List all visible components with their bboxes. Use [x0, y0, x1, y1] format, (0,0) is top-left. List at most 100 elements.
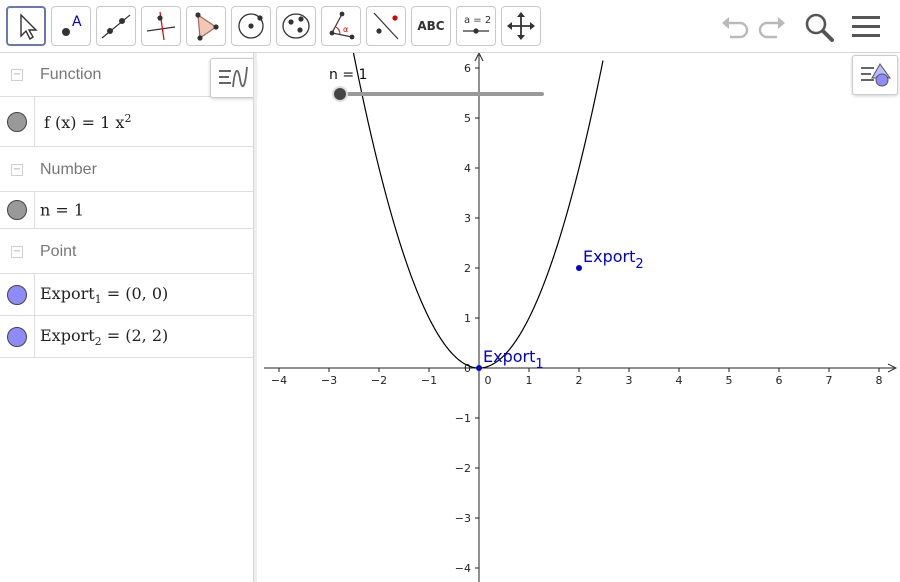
- point-label-base: Export: [583, 247, 635, 266]
- x-tick-label: 5: [726, 374, 733, 387]
- y-tick-label: 5: [464, 112, 471, 125]
- y-tick-label: 4: [464, 162, 471, 175]
- angle-icon: α: [329, 11, 355, 40]
- x-tick-label: 8: [876, 374, 883, 387]
- point-value: = (2, 2): [106, 325, 169, 345]
- angle-tool-button[interactable]: α: [321, 6, 361, 46]
- group-header-label: Point: [40, 242, 77, 260]
- y-tick-label: −1: [455, 412, 471, 425]
- ellipse-icon: [282, 13, 310, 39]
- view-splitter[interactable]: [253, 53, 257, 582]
- polygon-tool-button[interactable]: [186, 6, 226, 46]
- line-tool-button[interactable]: [96, 6, 136, 46]
- group-header-label: Function: [40, 65, 102, 83]
- y-tick-label: 1: [464, 312, 471, 325]
- move-graphics-view-tool-button[interactable]: [501, 6, 541, 46]
- x-tick-label: −3: [321, 374, 337, 387]
- algebra-item-n[interactable]: n = 1: [0, 192, 256, 229]
- algebra-item-export2-expression: Export2 = (2, 2): [40, 325, 168, 347]
- visibility-toggle-marble[interactable]: [7, 200, 27, 220]
- function-variable: (x): [55, 112, 77, 132]
- circle-with-center-icon: [238, 13, 264, 39]
- point-icon: A: [62, 14, 82, 36]
- undo-button[interactable]: [716, 8, 754, 46]
- group-header-number[interactable]: − Number: [0, 148, 256, 192]
- visibility-toggle-marble[interactable]: [7, 284, 27, 305]
- toolbar: A α ABC a = 2: [0, 0, 900, 53]
- y-tick-label: 2: [464, 262, 471, 275]
- search-icon: [805, 13, 834, 42]
- x-tick-label: 3: [626, 374, 633, 387]
- point-label-subscript: 2: [635, 257, 643, 272]
- slider-icon-label: a = 2: [464, 15, 491, 26]
- algebra-item-f-expression: f (x) = 1 x2: [44, 111, 131, 131]
- graphics-style-bar-button[interactable]: [852, 55, 898, 95]
- reflect-tool-button[interactable]: [366, 6, 406, 46]
- arrow-cursor-icon: [20, 13, 38, 41]
- algebra-item-export1[interactable]: Export1 = (0, 0): [0, 274, 256, 316]
- undo-icon: [722, 17, 749, 39]
- row-divider: [34, 192, 35, 228]
- line-through-two-points-icon: [101, 14, 131, 39]
- perpendicular-line-icon: [146, 11, 176, 41]
- point-name: Export: [40, 325, 95, 345]
- point-name: Export: [40, 283, 95, 303]
- geogebra-app: A α ABC a = 2 − Function f (x) = 1 x2 − …: [0, 0, 900, 582]
- x-tick-label: 6: [776, 374, 783, 387]
- perpendicular-line-tool-button[interactable]: [141, 6, 181, 46]
- collapse-icon: −: [11, 68, 23, 81]
- graphics-style-bar-icon: [861, 63, 891, 87]
- x-tick-label: 0: [485, 374, 492, 387]
- move-view-icon: [507, 12, 535, 40]
- point-tool-button[interactable]: A: [51, 6, 91, 46]
- reflect-about-line-icon: [373, 12, 399, 40]
- group-header-point[interactable]: − Point: [0, 230, 256, 274]
- row-divider: [34, 316, 35, 357]
- row-divider: [34, 97, 35, 146]
- algebra-item-f[interactable]: f (x) = 1 x2: [0, 97, 256, 147]
- x-tick-label: 4: [676, 374, 683, 387]
- point-export2: [576, 265, 582, 271]
- algebra-view: − Function f (x) = 1 x2 − Number n = 1 −: [0, 53, 257, 582]
- svg-text:A: A: [72, 14, 82, 30]
- text-icon: ABC: [417, 19, 445, 33]
- search-button[interactable]: [800, 8, 838, 46]
- y-tick-label: −3: [455, 512, 471, 525]
- circle-center-point-tool-button[interactable]: [231, 6, 271, 46]
- y-tick-label: −2: [455, 462, 471, 475]
- graphics-view[interactable]: −4 −3 −2 −1 0 1 2 3 4 5 6 7 8 6 5 4 3 2 1 0 −1 −2 −3 −4 n = 1 Exp…: [262, 53, 900, 582]
- slider-n-handle: [332, 86, 348, 102]
- redo-button[interactable]: [753, 8, 791, 46]
- point-label-subscript: 1: [535, 357, 543, 372]
- x-tick-label: −4: [271, 374, 287, 387]
- point-label-base: Export: [483, 347, 535, 366]
- group-header-label: Number: [40, 160, 97, 178]
- x-tick-label: 7: [826, 374, 833, 387]
- algebra-item-export2[interactable]: Export2 = (2, 2): [0, 316, 256, 358]
- slider-tool-button[interactable]: a = 2: [456, 6, 496, 46]
- menu-icon: [852, 16, 880, 37]
- x-tick-label: 1: [526, 374, 533, 387]
- collapse-icon: −: [11, 163, 23, 176]
- algebra-style-bar-icon: [219, 66, 248, 88]
- main-menu-button[interactable]: [847, 8, 885, 46]
- ellipse-tool-button[interactable]: [276, 6, 316, 46]
- y-tick-label: −4: [455, 562, 471, 575]
- algebra-style-bar-button[interactable]: [210, 58, 256, 98]
- point-subscript: 1: [94, 292, 102, 306]
- x-tick-label: 2: [576, 374, 583, 387]
- graphics-canvas[interactable]: −4 −3 −2 −1 0 1 2 3 4 5 6 7 86543210−1−2−3−4n = 1Exp…: [262, 53, 900, 582]
- text-tool-button[interactable]: ABC: [411, 6, 451, 46]
- function-name: f: [44, 112, 50, 132]
- point-subscript: 2: [94, 334, 102, 348]
- y-tick-label: 6: [464, 62, 471, 75]
- move-tool-button[interactable]: [6, 6, 46, 46]
- visibility-toggle-marble[interactable]: [7, 326, 27, 347]
- point-export2-label: Export2: [583, 247, 644, 272]
- algebra-item-n-expression: n = 1: [40, 200, 85, 220]
- visibility-toggle-marble[interactable]: [7, 111, 27, 132]
- x-tick-label: −2: [371, 374, 387, 387]
- exponent: 2: [124, 111, 132, 125]
- polygon-icon: [195, 12, 219, 41]
- function-f-curve: [352, 53, 604, 369]
